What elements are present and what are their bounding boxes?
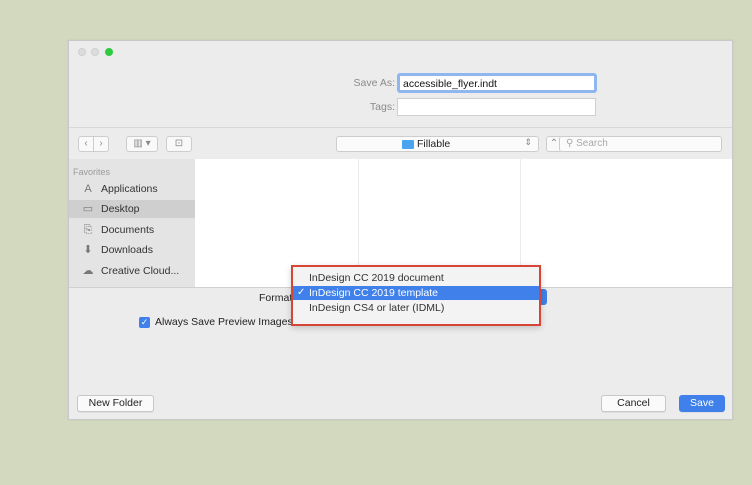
forward-button[interactable]: › bbox=[93, 136, 109, 152]
new-folder-button[interactable]: New Folder bbox=[77, 395, 154, 412]
filename-input[interactable]: accessible_flyer.indt bbox=[397, 73, 597, 93]
search-field[interactable]: ⚲ Search bbox=[559, 136, 722, 152]
format-dropdown-menu: InDesign CC 2019 document ✓ InDesign CC … bbox=[291, 265, 541, 326]
checkmark-icon: ✓ bbox=[297, 287, 306, 298]
new-folder-icon-button[interactable]: ⊡ bbox=[166, 136, 192, 152]
applications-icon: A bbox=[84, 183, 92, 195]
documents-icon: ⎘ bbox=[83, 224, 93, 236]
preview-checkbox[interactable]: ✓ bbox=[139, 317, 150, 328]
sidebar-item-label: Desktop bbox=[101, 203, 140, 215]
location-label: Fillable bbox=[417, 138, 451, 150]
format-option-label: InDesign CC 2019 template bbox=[309, 287, 438, 299]
creative-cloud-icon: ☁ bbox=[82, 265, 94, 277]
format-option[interactable]: InDesign CS4 or later (IDML) bbox=[293, 301, 539, 315]
toolbar-divider bbox=[69, 127, 732, 128]
sidebar-item-label: Downloads bbox=[101, 244, 153, 256]
favorites-heading: Favorites bbox=[73, 167, 111, 177]
chevron-right-icon: › bbox=[99, 138, 103, 149]
sidebar-item-label: Applications bbox=[101, 183, 158, 195]
updown-arrows-icon: ⇕ bbox=[524, 137, 532, 147]
cancel-button[interactable]: Cancel bbox=[601, 395, 666, 412]
location-popup[interactable]: Fillable ⇕ bbox=[336, 136, 539, 152]
view-mode-button[interactable]: ▥ ▾ bbox=[126, 136, 158, 152]
save-as-label: Save As: bbox=[353, 77, 395, 89]
format-option-label: InDesign CC 2019 document bbox=[309, 272, 444, 284]
format-option-selected[interactable]: ✓ InDesign CC 2019 template bbox=[293, 286, 539, 300]
tags-input[interactable] bbox=[397, 98, 596, 116]
title-bar bbox=[69, 41, 732, 63]
sidebar-item-downloads[interactable]: ⬇ Downloads bbox=[69, 241, 195, 259]
close-window-button[interactable] bbox=[78, 48, 86, 56]
format-option-label: InDesign CS4 or later (IDML) bbox=[309, 302, 445, 314]
minimize-window-button[interactable] bbox=[91, 48, 99, 56]
chevron-left-icon: ‹ bbox=[84, 138, 88, 149]
save-button[interactable]: Save bbox=[679, 395, 725, 412]
zoom-window-button[interactable] bbox=[105, 48, 113, 56]
downloads-icon: ⬇ bbox=[83, 244, 93, 256]
sidebar-item-applications[interactable]: A Applications bbox=[69, 180, 195, 198]
desktop-icon: ▭ bbox=[82, 203, 94, 215]
save-dialog: Save As: accessible_flyer.indt Tags: ‹ ›… bbox=[68, 40, 733, 420]
preview-checkbox-label: Always Save Preview Images bbox=[155, 316, 293, 328]
sidebar-item-label: Documents bbox=[101, 224, 155, 236]
tags-label: Tags: bbox=[369, 101, 395, 113]
columns-view-icon: ▥ ▾ bbox=[133, 138, 151, 149]
folder-icon bbox=[402, 140, 414, 149]
sidebar-item-desktop[interactable]: ▭ Desktop bbox=[69, 200, 195, 218]
sidebar-item-creative-cloud[interactable]: ☁ Creative Cloud... bbox=[69, 262, 195, 280]
chevron-up-icon: ⌃ bbox=[549, 138, 559, 149]
format-option[interactable]: InDesign CC 2019 document bbox=[293, 271, 539, 285]
sidebar-item-documents[interactable]: ⎘ Documents bbox=[69, 221, 195, 239]
sidebar: Favorites A Applications ▭ Desktop ⎘ Doc… bbox=[69, 159, 195, 287]
sidebar-item-label: Creative Cloud... bbox=[101, 265, 180, 277]
search-icon: ⚲ bbox=[566, 138, 574, 149]
format-label: Format bbox=[259, 292, 293, 304]
new-folder-icon: ⊡ bbox=[174, 138, 184, 149]
back-button[interactable]: ‹ bbox=[78, 136, 94, 152]
search-placeholder: Search bbox=[576, 138, 608, 149]
